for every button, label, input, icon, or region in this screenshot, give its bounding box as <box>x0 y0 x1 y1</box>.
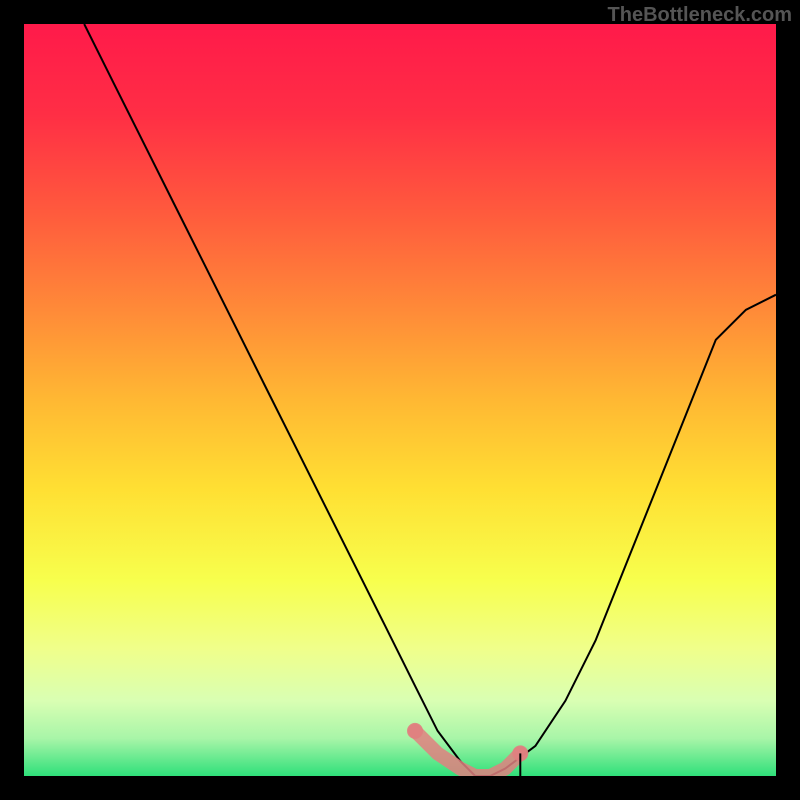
chart-container: TheBottleneck.com <box>0 0 800 800</box>
chart-svg <box>24 24 776 776</box>
plot-area <box>24 24 776 776</box>
watermark-text: TheBottleneck.com <box>608 4 792 27</box>
gradient-background <box>24 24 776 776</box>
highlight-dot <box>407 723 423 739</box>
